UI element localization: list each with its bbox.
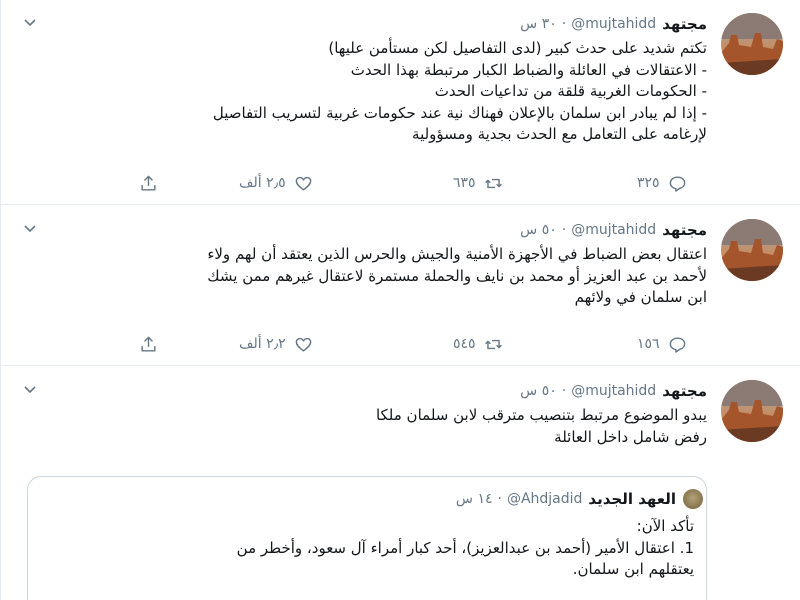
separator-dot: ·: [561, 16, 567, 32]
separator-dot: ·: [561, 383, 567, 399]
reply-button[interactable]: ٣٢٥: [637, 172, 687, 194]
author-handle[interactable]: @mujtahidd: [571, 222, 656, 238]
tweet-line: تكتم شديد على حدث كبير (لدى التفاصيل لكن…: [328, 39, 707, 57]
tweet[interactable]: مجتهد @mujtahidd · ٥٠ س يبدو الموضوع مرت…: [1, 367, 800, 600]
retweet-button[interactable]: ٦٣٥: [453, 172, 503, 194]
avatar[interactable]: [721, 219, 783, 281]
tweet-line: يبدو الموضوع مرتبط بتنصيب مترقب لابن سلم…: [375, 406, 707, 424]
like-button[interactable]: ٢٫٢ ألف: [239, 333, 313, 355]
like-button[interactable]: ٢٫٥ ألف: [239, 172, 313, 194]
quoted-line: يعتقلهم ابن سلمان.: [572, 560, 694, 578]
tweet-line: لإرغامه على التعامل مع الحدث بجدية ومسؤو…: [412, 125, 707, 143]
chevron-down-icon[interactable]: [23, 222, 37, 236]
tweet-text: اعتقال بعض الضباط في الأجهزة الأمنية وال…: [107, 244, 707, 309]
tweet-line: اعتقال بعض الضباط في الأجهزة الأمنية وال…: [207, 245, 707, 263]
tweet-text: تكتم شديد على حدث كبير (لدى التفاصيل لكن…: [107, 38, 707, 146]
retweet-count: ٥٤٥: [453, 336, 476, 352]
quoted-line: 1. اعتقال الأمير (أحمد بن عبدالعزيز)، أح…: [236, 538, 694, 557]
quoted-tweet-text: تأكد الآن: 1. اعتقال الأمير (أحمد بن عبد…: [54, 516, 694, 581]
retweet-icon: [484, 339, 502, 349]
reply-button[interactable]: ١٥٦: [637, 333, 687, 355]
like-count: ٢٫٥ ألف: [239, 175, 286, 191]
reply-count: ٣٢٥: [637, 175, 660, 191]
tweet[interactable]: مجتهد @mujtahidd · ٥٠ س اعتقال بعض الضبا…: [1, 206, 800, 366]
retweet-icon: [484, 178, 502, 188]
tweet-header: مجتهد @mujtahidd · ٥٠ س: [520, 219, 707, 241]
share-icon: [141, 175, 156, 191]
like-icon: [295, 176, 312, 191]
quoted-author-name[interactable]: العهد الجديد: [588, 490, 676, 508]
author-handle[interactable]: @mujtahidd: [571, 383, 656, 399]
tweet-time[interactable]: ٣٠ س: [520, 16, 557, 32]
quoted-tweet-time: ١٤ س: [455, 491, 493, 507]
tweet-line: - الحكومات الغربية قلقة من تداعيات الحدث: [434, 82, 707, 100]
tweet-actions: ١٥٦ ٥٤٥ ٢٫٢ ألف: [1, 333, 800, 355]
tweet[interactable]: مجتهد @mujtahidd · ٣٠ س تكتم شديد على حد…: [1, 0, 800, 205]
tweet-header: مجتهد @mujtahidd · ٣٠ س: [520, 13, 707, 35]
quoted-line: تأكد الآن:: [636, 517, 694, 535]
quoted-tweet-header: العهد الجديد @Ahdjadid · ١٤ س: [456, 488, 676, 510]
reply-count: ١٥٦: [637, 336, 660, 352]
tweet-line: - الاعتقالات في العائلة والضباط الكبار م…: [350, 60, 707, 79]
tweet-line: - إذا لم يبادر ابن سلمان بالإعلان فهناك …: [212, 103, 707, 122]
tweet-actions: ٣٢٥ ٦٣٥ ٢٫٥ ألف: [1, 172, 800, 194]
author-handle[interactable]: @mujtahidd: [571, 16, 656, 32]
quoted-author-handle[interactable]: @Ahdjadid: [507, 491, 582, 507]
share-button[interactable]: [139, 333, 158, 355]
chevron-down-icon[interactable]: [23, 383, 37, 397]
retweet-button[interactable]: ٥٤٥: [453, 333, 503, 355]
tweet-header: مجتهد @mujtahidd · ٥٠ س: [520, 380, 707, 402]
quoted-tweet[interactable]: العهد الجديد @Ahdjadid · ١٤ س تأكد الآن:…: [27, 476, 707, 600]
separator-dot: ·: [561, 222, 567, 238]
share-button[interactable]: [139, 172, 158, 194]
avatar[interactable]: [721, 380, 783, 442]
author-name[interactable]: مجتهد: [662, 382, 707, 400]
share-icon: [141, 336, 156, 352]
like-icon: [295, 337, 312, 352]
tweet-time[interactable]: ٥٠ س: [520, 222, 557, 238]
retweet-count: ٦٣٥: [453, 175, 476, 191]
tweet-line: رفض شامل داخل العائلة: [554, 427, 707, 446]
timeline: مجتهد @mujtahidd · ٣٠ س تكتم شديد على حد…: [0, 0, 800, 600]
author-name[interactable]: مجتهد: [662, 15, 707, 33]
chevron-down-icon[interactable]: [23, 16, 37, 30]
like-count: ٢٫٢ ألف: [239, 336, 286, 352]
reply-icon: [669, 175, 685, 192]
tweet-time[interactable]: ٥٠ س: [520, 383, 557, 399]
quoted-avatar[interactable]: [683, 489, 703, 509]
tweet-line: ابن سلمان في ولائهم: [574, 288, 707, 306]
tweet-text: يبدو الموضوع مرتبط بتنصيب مترقب لابن سلم…: [107, 405, 707, 448]
tweet-line: لأحمد بن عبد العزيز أو محمد بن نايف والح…: [207, 266, 707, 285]
separator-dot: ·: [497, 491, 502, 507]
reply-icon: [669, 336, 685, 353]
avatar[interactable]: [721, 13, 783, 75]
author-name[interactable]: مجتهد: [662, 221, 707, 239]
